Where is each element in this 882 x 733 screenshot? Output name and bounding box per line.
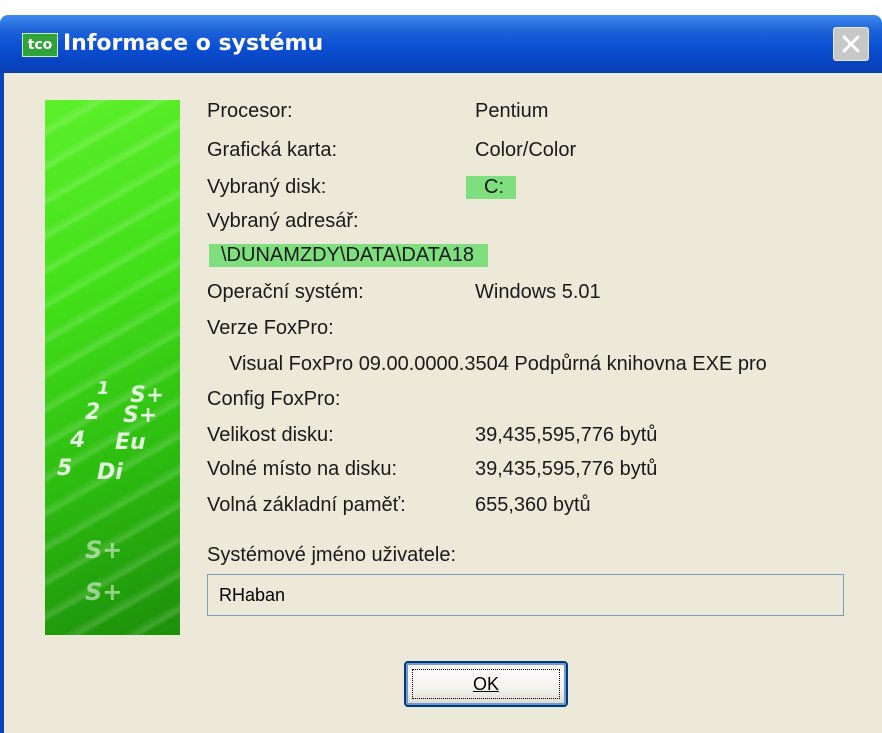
app-icon: tco	[22, 33, 58, 57]
ok-button[interactable]: OK	[404, 661, 568, 707]
window-title: Informace o systému	[63, 31, 324, 56]
side-image-glyph: Eu	[115, 430, 146, 455]
selected-disk-value: C:	[466, 176, 516, 199]
graphics-card-value: Color/Color	[475, 139, 577, 161]
free-disk-space-value: 39,435,595,776 bytů	[475, 458, 658, 480]
graphics-card-label: Grafická karta:	[207, 139, 338, 161]
system-username-label: Systémové jméno uživatele:	[207, 544, 457, 566]
foxpro-version-label: Verze FoxPro:	[207, 317, 334, 339]
system-username-field[interactable]: RHaban	[207, 574, 844, 616]
free-memory-value: 655,360 bytů	[475, 494, 591, 516]
processor-value: Pentium	[475, 100, 549, 122]
side-image-glyph: 1	[97, 378, 110, 399]
side-image-glyph: 2	[85, 400, 101, 425]
processor-label: Procesor:	[207, 100, 293, 122]
selected-directory-label: Vybraný adresář:	[207, 210, 359, 232]
ok-button-label: OK	[472, 674, 499, 694]
system-username-value: RHaban	[219, 585, 286, 605]
side-image-glyph: S+	[85, 578, 123, 606]
foxpro-config-label: Config FoxPro:	[207, 388, 341, 410]
side-image-glyph: 5	[57, 456, 73, 481]
foxpro-version-value: Visual FoxPro 09.00.0000.3504 Podpůrná k…	[229, 353, 767, 375]
selected-disk-label: Vybraný disk:	[207, 176, 327, 198]
side-image-glyph: S+	[123, 403, 158, 428]
close-button[interactable]	[833, 27, 869, 61]
side-image-glyph: S+	[85, 536, 123, 564]
free-disk-space-label: Volné místo na disku:	[207, 458, 398, 480]
os-value: Windows 5.01	[475, 281, 601, 303]
system-info-dialog: tco Informace o systému 1 S+ 2 S+ 4 Eu 5…	[0, 0, 882, 733]
disk-size-value: 39,435,595,776 bytů	[475, 424, 658, 446]
os-label: Operační systém:	[207, 281, 364, 303]
free-memory-label: Volná základní paměť:	[207, 494, 406, 516]
close-icon	[842, 35, 860, 53]
side-image-glyph: Di	[97, 460, 123, 485]
side-image-glyph: 4	[70, 428, 86, 453]
decorative-side-image: 1 S+ 2 S+ 4 Eu 5 Di S+ S+	[45, 100, 180, 635]
disk-size-label: Velikost disku:	[207, 424, 334, 446]
selected-directory-value: \DUNAMZDY\DATA\DATA18	[209, 244, 488, 267]
